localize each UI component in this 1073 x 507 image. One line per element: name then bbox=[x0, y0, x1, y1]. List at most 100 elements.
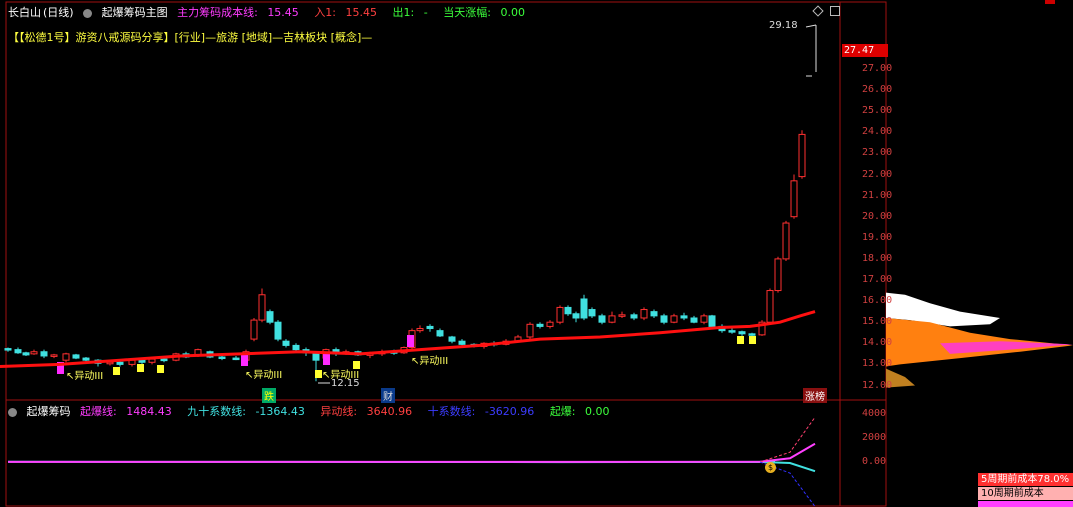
candle-body bbox=[630, 314, 638, 319]
high-pointer bbox=[805, 24, 817, 28]
cai-badge[interactable]: 财 bbox=[381, 388, 395, 403]
settings-icon[interactable] bbox=[83, 8, 93, 18]
price-tick: 14.00 bbox=[862, 337, 893, 349]
candle-body bbox=[14, 349, 22, 354]
candle-body bbox=[50, 354, 58, 357]
yidong-value: 3640.96 bbox=[366, 405, 413, 418]
cost-value: 15.45 bbox=[267, 6, 299, 19]
candle-body bbox=[708, 315, 716, 327]
sub-tick-0: 0.00 bbox=[862, 456, 887, 467]
signal-bar bbox=[407, 335, 414, 347]
candle-body bbox=[426, 325, 434, 330]
signal-bar bbox=[749, 336, 756, 344]
candle-body bbox=[458, 340, 466, 345]
price-tick: 19.00 bbox=[862, 231, 893, 243]
qibao-value: 1484.43 bbox=[126, 405, 172, 418]
qibao-label: 起爆线: bbox=[80, 405, 117, 418]
candle-body bbox=[640, 309, 648, 319]
change-label: 当天涨幅: bbox=[443, 6, 491, 19]
price-tick: 12.00 bbox=[862, 379, 893, 391]
candle-body bbox=[436, 330, 444, 337]
signal-bar bbox=[113, 367, 120, 375]
exit-label: 出1: bbox=[392, 6, 415, 19]
candle-body bbox=[218, 356, 226, 360]
qb-label: 起爆: bbox=[549, 405, 576, 418]
yidong-mark-1: ↖异动III bbox=[66, 371, 104, 382]
candle-body bbox=[40, 351, 48, 357]
candles-group bbox=[4, 130, 806, 382]
settings-icon-sub[interactable] bbox=[8, 407, 17, 417]
candle-body bbox=[82, 357, 90, 361]
candle-body bbox=[748, 333, 756, 336]
sub-lines-group bbox=[7, 416, 816, 507]
price-tick: 26.00 bbox=[862, 84, 893, 96]
price-tick: 24.00 bbox=[862, 126, 893, 138]
price-tick: 15.00 bbox=[862, 316, 893, 328]
candle-body bbox=[250, 319, 258, 340]
zhangting-badge[interactable]: 涨榜 bbox=[803, 388, 827, 403]
signal-bar bbox=[323, 353, 330, 365]
qb-value: 0.00 bbox=[585, 405, 610, 418]
price-tick: 25.00 bbox=[862, 105, 893, 117]
sub-indicator-name[interactable]: 起爆筹码 bbox=[27, 405, 71, 418]
signal-bar bbox=[157, 365, 164, 373]
stock-name[interactable]: 长白山 bbox=[8, 6, 41, 19]
candle-body bbox=[690, 317, 698, 323]
price-tick: 21.00 bbox=[862, 189, 893, 201]
candle-body bbox=[536, 323, 544, 327]
candle-body bbox=[62, 353, 70, 361]
candle-body bbox=[232, 357, 240, 361]
nine-label: 九十系数线: bbox=[187, 405, 246, 418]
sub-tick-4000: 4000 bbox=[862, 408, 887, 419]
signal-bar bbox=[315, 370, 322, 378]
ten-value: -3620.96 bbox=[484, 405, 535, 418]
chart-canvas bbox=[0, 1, 1073, 507]
candle-body bbox=[546, 321, 554, 327]
price-tick: 23.00 bbox=[862, 147, 893, 159]
signal-bar bbox=[737, 336, 744, 344]
candle-body bbox=[608, 315, 616, 323]
price-tick: 22.00 bbox=[862, 168, 893, 180]
candle-body bbox=[790, 180, 798, 218]
candle-body bbox=[274, 321, 282, 340]
price-tick: 17.00 bbox=[862, 274, 893, 285]
price-tick: 20.00 bbox=[862, 210, 893, 222]
candle-body bbox=[282, 340, 290, 346]
candle-body bbox=[670, 315, 678, 323]
sub-yidong-line bbox=[759, 416, 816, 463]
candle-body bbox=[738, 331, 746, 335]
candle-body bbox=[526, 323, 534, 338]
close-icon[interactable] bbox=[1045, 0, 1055, 4]
signal-bar bbox=[241, 354, 248, 366]
sub-magenta-line bbox=[7, 442, 816, 463]
indicator-name[interactable]: 起爆筹码主图 bbox=[102, 6, 168, 19]
info-line: 【【松德1号】游资八戒源码分享】[行业]—旅游 [地域]—吉林板块 [概念]— bbox=[8, 31, 373, 44]
period: (日线) bbox=[43, 6, 74, 19]
die-badge[interactable]: 跌 bbox=[262, 388, 276, 403]
cost-row-10: 10周期前成本70.2% bbox=[978, 487, 1073, 500]
candle-body bbox=[292, 344, 300, 351]
candle-body bbox=[72, 354, 80, 359]
candle-body bbox=[448, 336, 456, 342]
candle-body bbox=[416, 328, 424, 332]
candle-body bbox=[116, 361, 124, 365]
main-header: 长白山 (日线) 起爆筹码主图 主力筹码成本线: 15.45 入1: 15.45 … bbox=[8, 4, 537, 20]
candle-body bbox=[680, 315, 688, 319]
candle-body bbox=[258, 294, 266, 321]
candle-body bbox=[782, 222, 790, 260]
high-label: 29.18 bbox=[769, 20, 798, 31]
candle-body bbox=[266, 311, 274, 323]
yidong-mark-2: ↖异动III bbox=[245, 370, 283, 381]
candle-body bbox=[700, 315, 708, 323]
candle-body bbox=[22, 352, 30, 356]
candle-body bbox=[580, 298, 588, 319]
window-icon[interactable] bbox=[830, 6, 840, 16]
exit-value: - bbox=[423, 6, 428, 19]
yidong-mark-3: ↖异动III bbox=[322, 370, 360, 381]
price-tick: 18.00 bbox=[862, 252, 893, 264]
price-tick: 16.00 bbox=[862, 295, 893, 307]
candle-body bbox=[572, 313, 580, 319]
price-tick: 27.00 bbox=[862, 63, 893, 74]
chip-distribution bbox=[886, 292, 1073, 388]
candle-body bbox=[618, 314, 626, 317]
